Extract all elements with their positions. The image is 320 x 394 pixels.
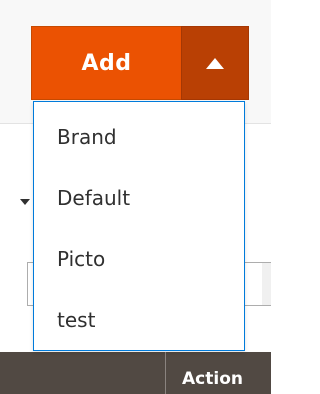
add-split-button: Add (31, 26, 249, 100)
action-column-header[interactable]: Action (182, 368, 243, 390)
filter-input-addon[interactable] (262, 262, 271, 306)
caret-up-icon (206, 57, 224, 69)
grid-column-divider (165, 352, 166, 394)
menu-item-brand[interactable]: Brand (34, 106, 244, 167)
menu-item-test[interactable]: test (34, 289, 244, 350)
caret-down-icon[interactable] (20, 199, 30, 205)
menu-item-default[interactable]: Default (34, 167, 244, 228)
add-dropdown-menu: Brand Default Picto test (33, 101, 245, 351)
add-button[interactable]: Add (31, 26, 181, 100)
add-dropdown-toggle[interactable] (181, 26, 249, 100)
menu-item-picto[interactable]: Picto (34, 228, 244, 289)
